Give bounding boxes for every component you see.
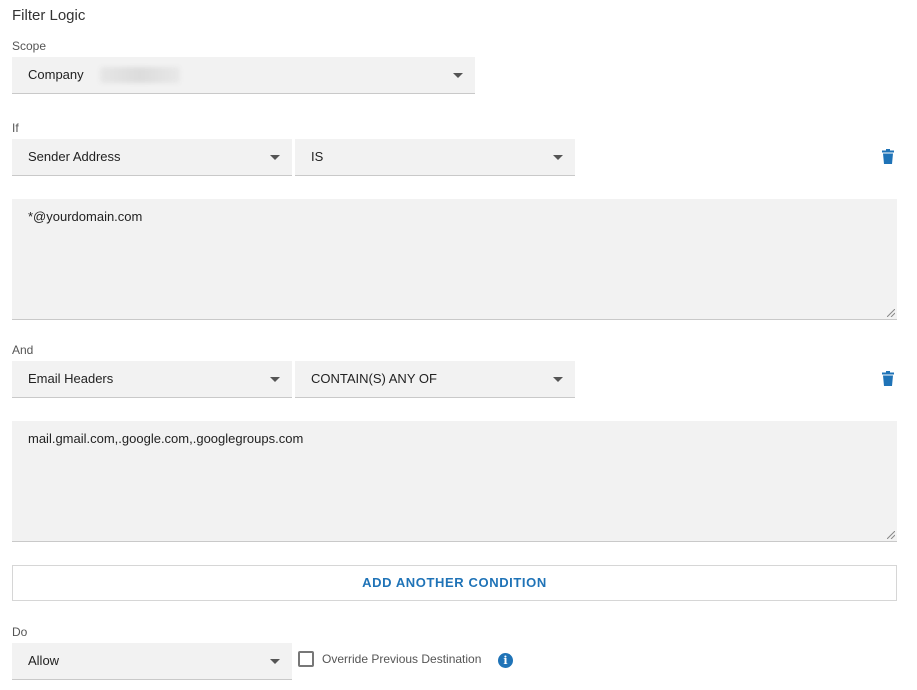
scope-select[interactable]: Company xyxy=(12,57,475,94)
caret-down-icon xyxy=(553,377,563,382)
condition-field-value: Email Headers xyxy=(28,371,114,386)
override-destination-checkbox[interactable] xyxy=(298,651,314,667)
condition-if-label: If xyxy=(12,121,19,135)
page-title: Filter Logic xyxy=(12,7,86,24)
caret-down-icon xyxy=(453,73,463,78)
add-condition-button[interactable]: ADD ANOTHER CONDITION xyxy=(12,565,897,601)
condition-and-label: And xyxy=(12,343,34,357)
resize-grip-icon[interactable] xyxy=(887,531,895,539)
action-do-label: Do xyxy=(12,625,28,639)
condition-operator-value: IS xyxy=(311,149,324,164)
scope-value: Company xyxy=(28,67,84,82)
redacted-company-name xyxy=(100,67,180,83)
caret-down-icon xyxy=(270,155,280,160)
resize-grip-icon[interactable] xyxy=(887,309,895,317)
condition-operator-value: CONTAIN(S) ANY OF xyxy=(311,371,437,386)
caret-down-icon xyxy=(553,155,563,160)
condition-operator-select[interactable]: CONTAIN(S) ANY OF xyxy=(295,361,575,398)
condition-operator-select[interactable]: IS xyxy=(295,139,575,176)
condition-value-textarea[interactable]: mail.gmail.com,.google.com,.googlegroups… xyxy=(12,421,897,542)
action-value: Allow xyxy=(28,653,60,668)
condition-field-value: Sender Address xyxy=(28,149,121,164)
override-destination-label: Override Previous Destination xyxy=(322,652,482,666)
condition-field-select[interactable]: Sender Address xyxy=(12,139,292,176)
condition-value-text: *@yourdomain.com xyxy=(28,209,143,224)
condition-value-text: mail.gmail.com,.google.com,.googlegroups… xyxy=(28,431,304,446)
scope-label: Scope xyxy=(12,39,47,53)
trash-icon[interactable] xyxy=(882,149,894,164)
caret-down-icon xyxy=(270,377,280,382)
action-select[interactable]: Allow xyxy=(12,643,292,680)
info-icon[interactable]: i xyxy=(498,653,513,668)
trash-icon[interactable] xyxy=(882,371,894,386)
caret-down-icon xyxy=(270,659,280,664)
condition-value-textarea[interactable]: *@yourdomain.com xyxy=(12,199,897,320)
condition-field-select[interactable]: Email Headers xyxy=(12,361,292,398)
